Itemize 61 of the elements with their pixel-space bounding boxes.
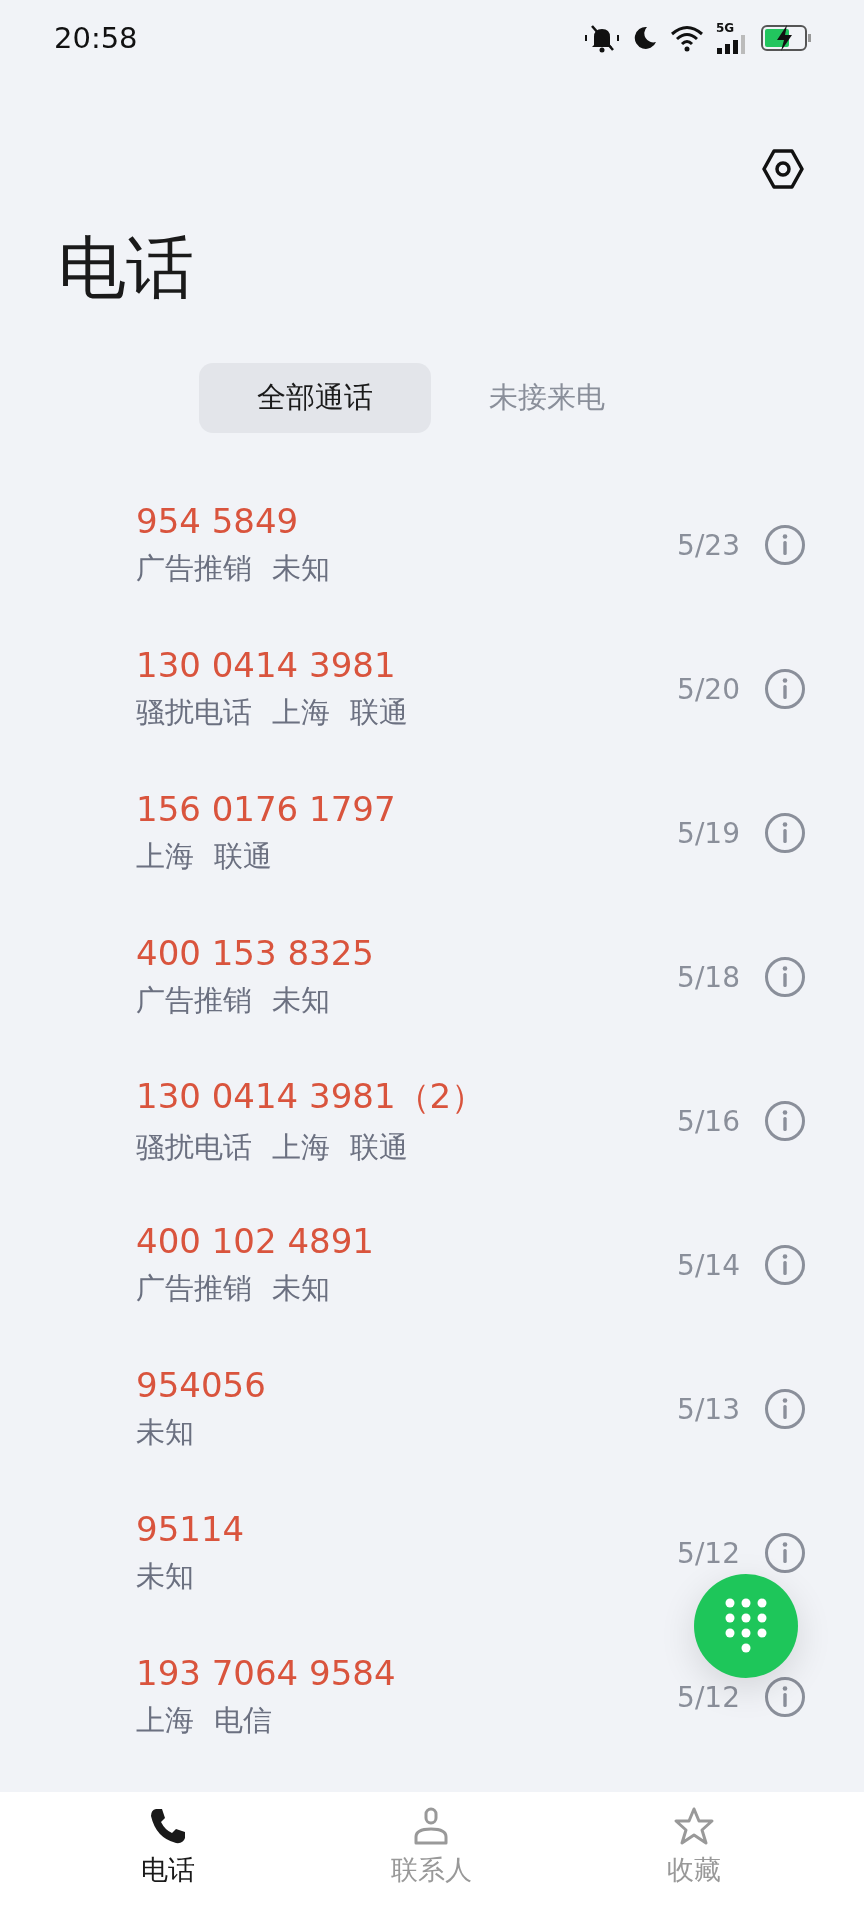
moon-icon xyxy=(632,25,658,51)
info-icon[interactable] xyxy=(764,1244,806,1286)
call-label: 未知 xyxy=(272,982,330,1019)
phone-number[interactable]: 193 7064 9584 xyxy=(136,1653,396,1693)
call-label: 广告推销 xyxy=(136,1270,252,1307)
nav-tab[interactable]: 收藏 xyxy=(614,1792,774,1920)
call-date: 5/18 xyxy=(677,960,740,994)
info-icon[interactable] xyxy=(764,1676,806,1718)
info-icon[interactable] xyxy=(764,956,806,998)
info-icon[interactable] xyxy=(764,1388,806,1430)
call-label: 联通 xyxy=(350,694,408,731)
call-date: 5/20 xyxy=(677,672,740,706)
call-label: 上海 xyxy=(272,1129,330,1166)
call-label: 上海 xyxy=(272,694,330,731)
tab[interactable]: 全部通话 xyxy=(199,363,431,433)
call-label: 电信 xyxy=(214,1702,272,1739)
phone-number[interactable]: 130 0414 3981（2） xyxy=(136,1074,486,1120)
battery-charging-icon xyxy=(760,23,812,53)
call-label: 联通 xyxy=(350,1129,408,1166)
tab[interactable]: 未接来电 xyxy=(431,363,663,433)
phone-number[interactable]: 400 153 8325 xyxy=(136,933,374,973)
call-label: 上海 xyxy=(136,1702,194,1739)
call-date: 5/16 xyxy=(677,1104,740,1138)
call-label: 联通 xyxy=(214,838,272,875)
call-label: 上海 xyxy=(136,838,194,875)
status-time: 20:58 xyxy=(54,21,138,55)
call-label: 广告推销 xyxy=(136,550,252,587)
info-icon[interactable] xyxy=(764,1100,806,1142)
wifi-icon xyxy=(670,24,704,52)
page-title: 电话 xyxy=(58,228,195,308)
call-label: 广告推销 xyxy=(136,982,252,1019)
call-date: 5/12 xyxy=(677,1680,740,1714)
info-icon[interactable] xyxy=(764,524,806,566)
phone-number[interactable]: 400 102 4891 xyxy=(136,1221,374,1261)
call-date: 5/19 xyxy=(677,816,740,850)
phone-number[interactable]: 156 0176 1797 xyxy=(136,789,396,829)
call-label: 未知 xyxy=(272,1270,330,1307)
call-label: 未知 xyxy=(136,1558,194,1595)
nav-tab[interactable]: 电话 xyxy=(88,1792,248,1920)
signal-icon xyxy=(716,34,748,54)
call-label: 骚扰电话 xyxy=(136,694,252,731)
call-label: 骚扰电话 xyxy=(136,1129,252,1166)
phone-number[interactable]: 95114 xyxy=(136,1509,245,1549)
call-date: 5/12 xyxy=(677,1536,740,1570)
call-label: 未知 xyxy=(272,550,330,587)
call-date: 5/23 xyxy=(677,528,740,562)
network-type: 5G xyxy=(716,22,735,34)
call-date: 5/13 xyxy=(677,1392,740,1426)
phone-number[interactable]: 954056 xyxy=(136,1365,266,1405)
mute-bell-icon xyxy=(584,23,620,53)
star-icon xyxy=(673,1806,715,1846)
call-date: 5/14 xyxy=(677,1248,740,1282)
info-icon[interactable] xyxy=(764,812,806,854)
phone-number[interactable]: 954 5849 xyxy=(136,501,299,541)
settings-icon[interactable] xyxy=(760,146,806,192)
info-icon[interactable] xyxy=(764,668,806,710)
call-label: 未知 xyxy=(136,1414,194,1451)
info-icon[interactable] xyxy=(764,1532,806,1574)
nav-tab[interactable]: 联系人 xyxy=(351,1792,511,1920)
phone-number[interactable]: 130 0414 3981 xyxy=(136,645,396,685)
phone-icon xyxy=(148,1806,188,1846)
